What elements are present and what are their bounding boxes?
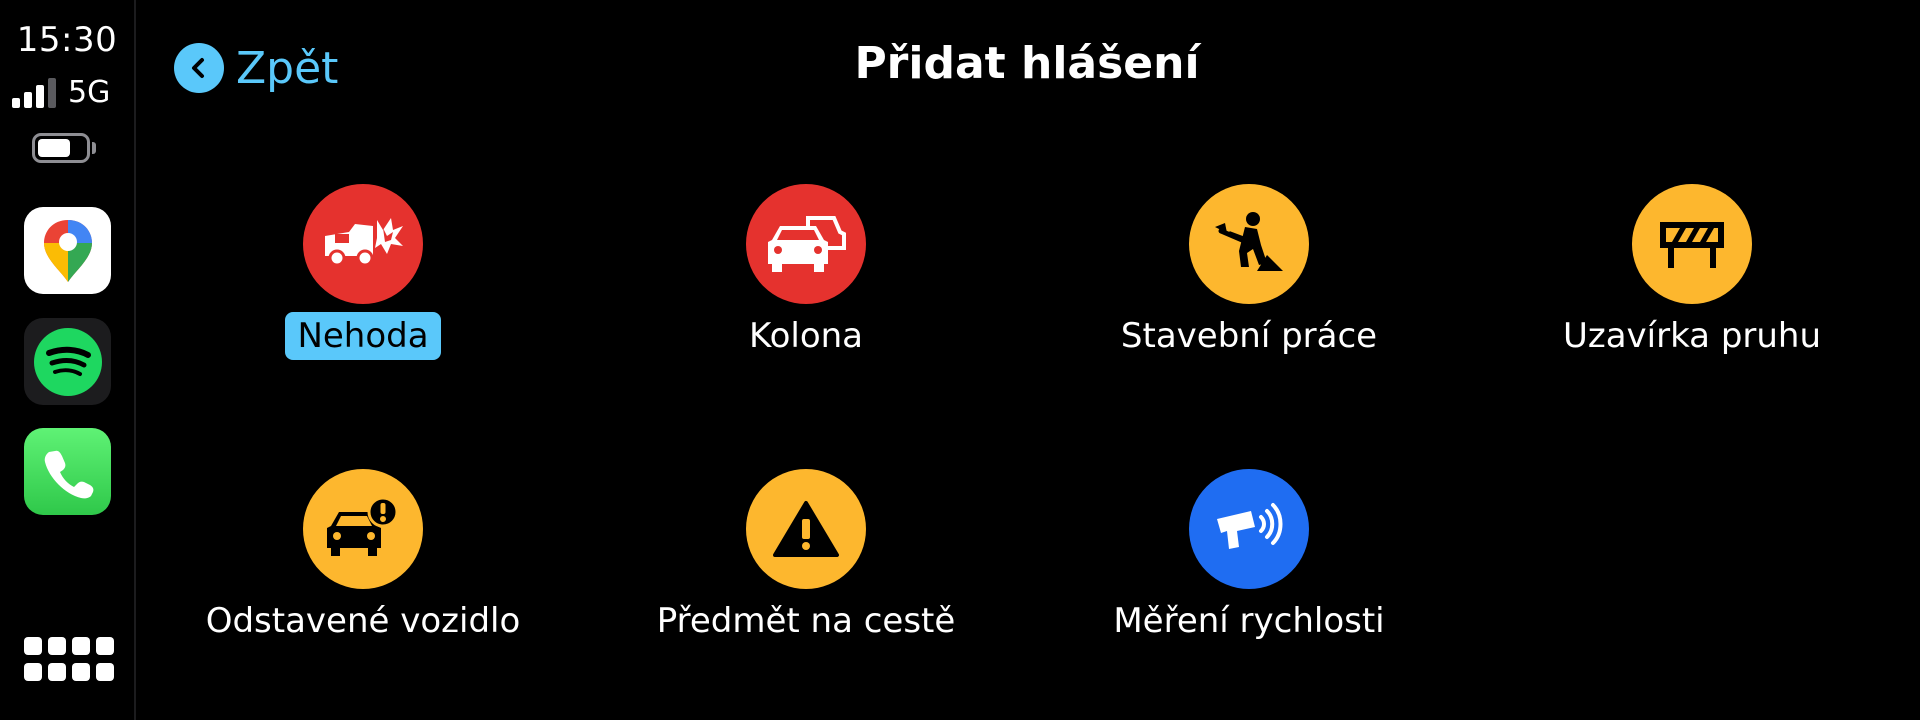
spotify-app-icon[interactable] <box>24 318 111 405</box>
report-accident[interactable]: Nehoda <box>153 184 573 414</box>
report-speed-camera[interactable]: Měření rychlosti <box>1039 469 1459 699</box>
roadwork-icon <box>1189 184 1309 304</box>
battery-tip <box>92 142 96 154</box>
status-signal: 5G <box>12 76 110 108</box>
crash-icon <box>303 184 423 304</box>
hazard-warning-icon <box>746 469 866 589</box>
report-label: Kolona <box>748 316 864 356</box>
page-title: Přidat hlášení <box>854 38 1200 89</box>
report-label: Nehoda <box>285 312 441 360</box>
phone-app-icon[interactable] <box>24 428 111 515</box>
battery-icon <box>32 133 90 163</box>
carplay-sidebar: 15:30 5G <box>0 0 136 720</box>
report-road-hazard[interactable]: Předmět na cestě <box>596 469 1016 699</box>
report-label: Stavební práce <box>1120 316 1378 356</box>
app-grid-icon[interactable] <box>24 637 114 687</box>
speed-camera-icon <box>1189 469 1309 589</box>
network-type: 5G <box>68 75 111 110</box>
signal-bars-icon <box>12 76 56 108</box>
report-stalled-vehicle[interactable]: Odstavené vozidlo <box>153 469 573 699</box>
report-label: Měření rychlosti <box>1113 601 1385 641</box>
traffic-jam-icon <box>746 184 866 304</box>
report-roadwork[interactable]: Stavební práce <box>1039 184 1459 414</box>
report-label: Předmět na cestě <box>656 601 956 641</box>
lane-closure-icon <box>1632 184 1752 304</box>
stalled-vehicle-icon <box>303 469 423 589</box>
report-traffic-jam[interactable]: Kolona <box>596 184 1016 414</box>
google-maps-app-icon[interactable] <box>24 207 111 294</box>
report-label: Odstavené vozidlo <box>205 601 521 641</box>
report-lane-closure[interactable]: Uzavírka pruhu <box>1482 184 1902 414</box>
report-label: Uzavírka pruhu <box>1562 316 1822 356</box>
status-time: 15:30 <box>16 20 118 60</box>
